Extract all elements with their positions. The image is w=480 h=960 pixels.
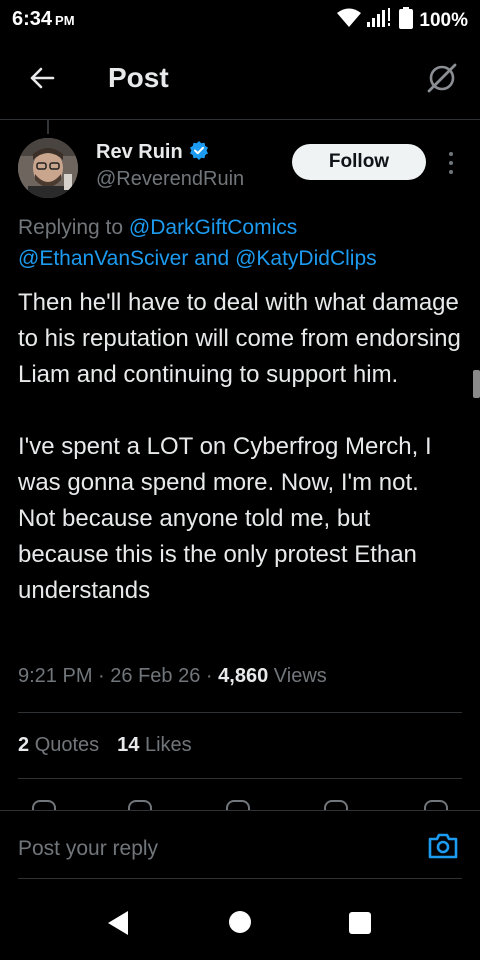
page-title: Post [108,62,169,93]
post-time[interactable]: 9:21 PM [18,665,92,687]
arrow-left-icon [29,67,55,94]
thread-connector [47,120,49,134]
divider [18,778,462,779]
status-icons: 100% [337,7,468,34]
follow-button[interactable]: Follow [292,144,426,180]
divider [18,712,462,713]
post-text: Then he'll have to deal with what damage… [18,289,461,604]
nav-back-icon[interactable] [106,910,130,941]
views-count: 4,860 [218,665,269,687]
system-nav-bar [0,886,480,960]
status-time: 6:34 PM [12,8,75,30]
post-date[interactable]: 26 Feb 26 [110,665,200,687]
nav-home-icon[interactable] [229,911,251,933]
mention-link[interactable]: @DarkGiftComics [129,216,297,239]
mention-conjunction[interactable]: and [194,247,229,270]
verified-badge-icon [189,140,209,165]
author-name-row[interactable]: Rev Ruin [96,140,209,165]
post-meta: 9:21 PM · 26 Feb 26 · 4,860 Views [18,665,327,687]
quotes-stat[interactable]: 2 Quotes [18,734,99,757]
camera-icon [427,832,459,865]
author-handle[interactable]: @ReverendRuin [96,168,244,191]
avatar[interactable] [18,138,78,198]
battery-icon [399,7,414,34]
back-button[interactable] [22,60,62,100]
author-display-name[interactable]: Rev Ruin [96,141,183,164]
battery-percentage: 100% [419,9,468,31]
more-dot-icon [449,152,453,156]
post-stats: 2 Quotes 14 Likes [18,734,192,757]
mention-link[interactable]: @KatyDidClips [235,247,377,270]
replying-to: Replying to @DarkGiftComics @EthanVanSci… [18,216,377,270]
more-dot-icon [449,161,453,165]
mention-link[interactable]: @EthanVanSciver [18,247,188,270]
status-bar: 6:34 PM 100% [0,0,480,38]
more-dot-icon [449,170,453,174]
reply-underline [18,878,462,879]
grok-icon [425,61,459,100]
nav-recents-icon[interactable] [349,912,371,934]
header-divider [0,119,480,120]
reply-input[interactable]: Post your reply [18,837,158,861]
camera-button[interactable] [426,833,460,863]
more-options-button[interactable] [442,148,460,178]
views-label: Views [273,665,327,687]
scrollbar[interactable] [473,370,480,398]
reply-bar: Post your reply [0,810,480,880]
likes-stat[interactable]: 14 Likes [117,734,192,757]
wifi-icon [337,8,362,33]
signal-icon [367,8,393,33]
page-header: Post [0,40,480,120]
grok-button[interactable] [422,60,462,100]
